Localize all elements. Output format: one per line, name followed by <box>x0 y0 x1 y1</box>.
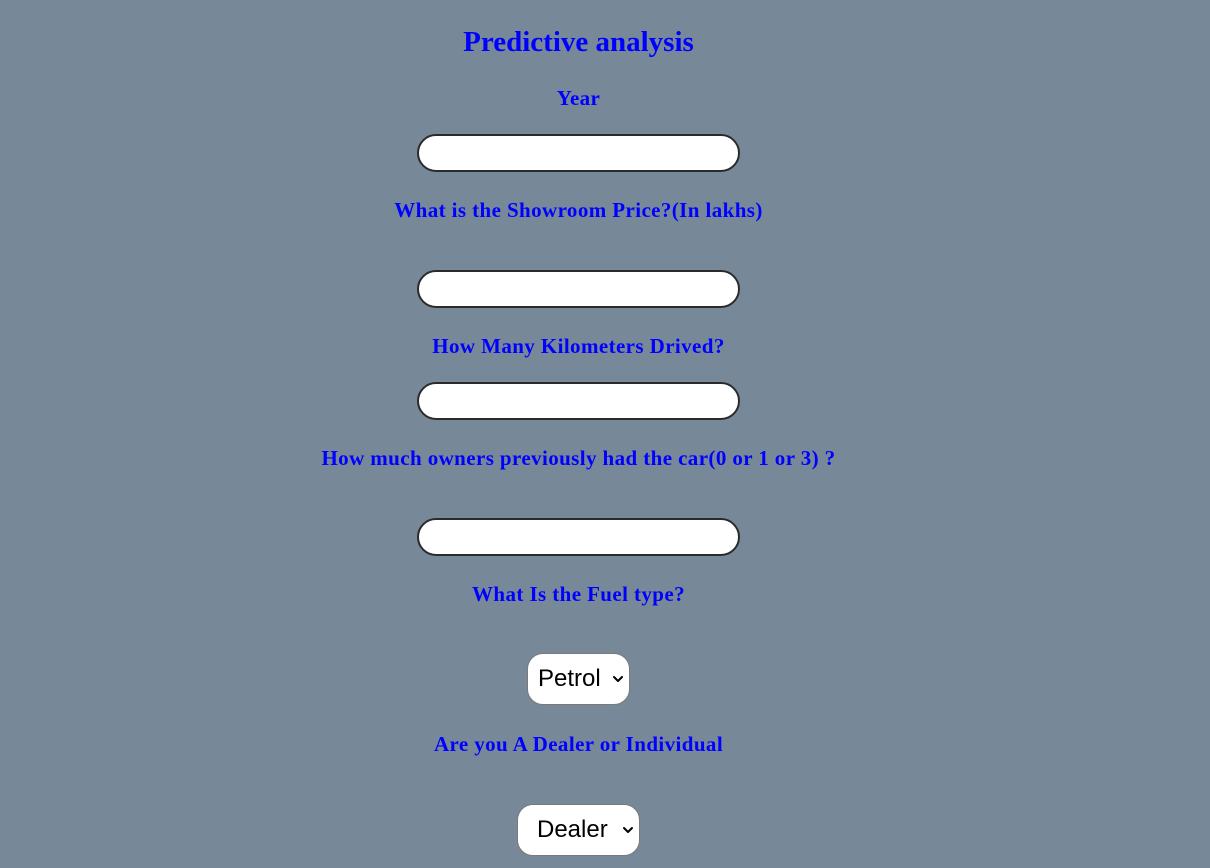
owners-input[interactable] <box>417 518 740 556</box>
fuel-type-select[interactable]: Petrol <box>527 653 630 705</box>
fuel-type-selected-value: Petrol <box>538 665 601 692</box>
showroom-price-label: What is the Showroom Price?(In lakhs) <box>394 198 763 222</box>
seller-type-select[interactable]: Dealer <box>517 804 640 856</box>
chevron-down-icon <box>611 672 625 686</box>
fuel-type-label: What Is the Fuel type? <box>472 582 685 606</box>
page-title: Predictive analysis <box>463 26 694 58</box>
seller-type-label: Are you A Dealer or Individual <box>433 732 724 756</box>
seller-type-selected-value: Dealer <box>537 816 608 843</box>
showroom-price-input[interactable] <box>417 270 740 308</box>
kms-driven-input[interactable] <box>417 382 740 420</box>
owners-label: How much owners previously had the car(0… <box>321 446 836 470</box>
year-input[interactable] <box>417 134 740 172</box>
year-label: Year <box>556 86 601 110</box>
chevron-down-icon <box>621 823 635 837</box>
kms-driven-label: How Many Kilometers Drived? <box>432 334 725 358</box>
